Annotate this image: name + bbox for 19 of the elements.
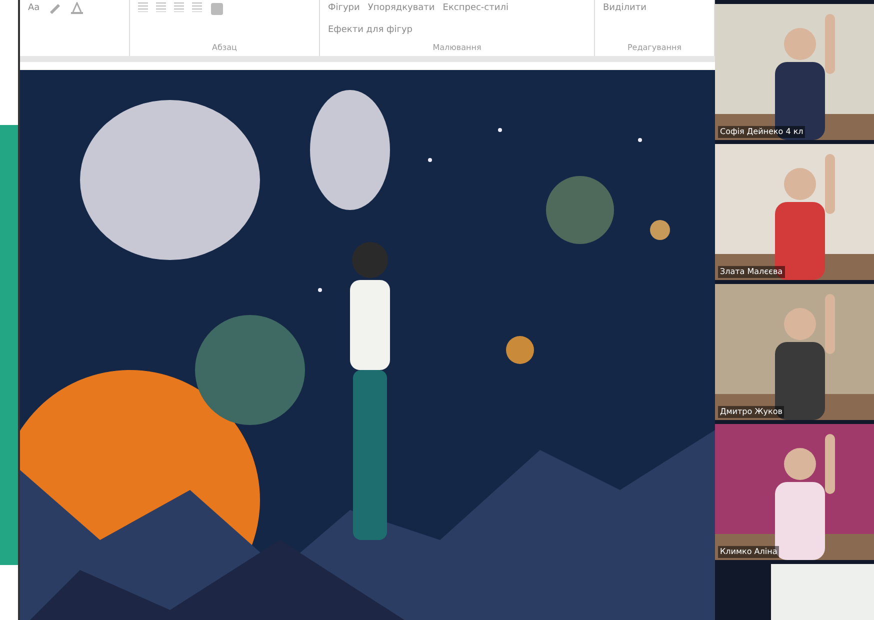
- align-icon: [138, 2, 148, 12]
- font-color-icon: [70, 2, 84, 14]
- font-size-label: Aa: [28, 2, 40, 15]
- group-label: Редагування: [626, 42, 682, 54]
- ribbon-command[interactable]: Ефекти для фігур: [328, 24, 413, 37]
- participant-name: Дмитро Жуков: [718, 406, 784, 418]
- group-label: Абзац: [210, 42, 238, 54]
- group-label: Малювання: [432, 42, 482, 54]
- align-icon: [192, 2, 202, 12]
- align-icon: [174, 2, 184, 12]
- align-icon: [156, 2, 166, 12]
- shape-icon: [210, 2, 224, 16]
- ribbon-command[interactable]: Упорядкувати: [368, 2, 435, 16]
- ribbon-command[interactable]: Виділити: [603, 2, 646, 16]
- ribbon-command[interactable]: Фігури: [328, 2, 360, 16]
- ribbon-command[interactable]: Експрес-стилі: [442, 2, 508, 16]
- participant-name: Климко Аліна: [718, 546, 780, 558]
- participant-name: Злата Малєєва: [718, 266, 785, 278]
- highlighter-icon: [48, 2, 62, 14]
